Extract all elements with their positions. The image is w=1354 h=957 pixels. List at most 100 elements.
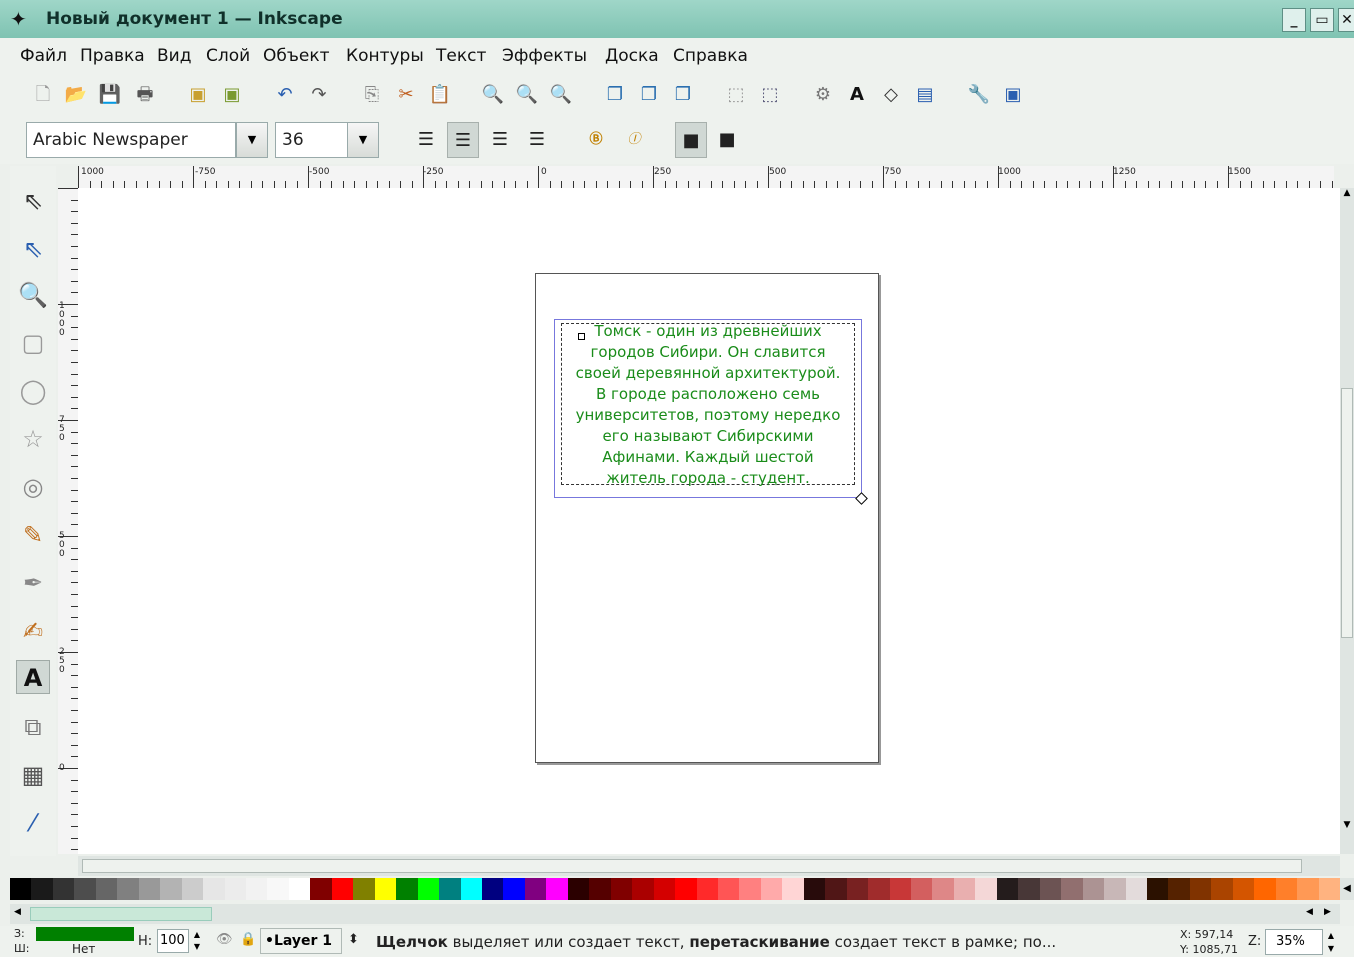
- palette-scrollbar[interactable]: ◀ ◀ ▶: [10, 904, 1340, 924]
- duplicate-icon[interactable]: ❐: [602, 82, 628, 108]
- preferences-icon[interactable]: 🔧: [966, 82, 992, 108]
- color-swatch[interactable]: [31, 878, 53, 900]
- color-swatch[interactable]: [610, 878, 633, 900]
- open-icon[interactable]: 📂: [63, 82, 89, 108]
- zoom-page-icon[interactable]: 🔍: [548, 82, 574, 108]
- zoom-spinner[interactable]: ▲ ▼: [1324, 929, 1338, 955]
- dropper-tool-icon[interactable]: ⁄: [16, 806, 50, 840]
- scroll-up-icon[interactable]: ▲: [1341, 188, 1353, 202]
- save-icon[interactable]: 💾: [97, 82, 123, 108]
- star-tool-icon[interactable]: ☆: [16, 422, 50, 456]
- text-tool-icon[interactable]: A: [16, 660, 50, 694]
- selector-tool-icon[interactable]: ⇖: [16, 184, 50, 218]
- layer-lock-icon[interactable]: 🔒: [240, 932, 256, 947]
- undo-icon[interactable]: ↶: [272, 82, 298, 108]
- node-tool-icon[interactable]: ⇖: [16, 232, 50, 266]
- color-swatch[interactable]: [567, 878, 590, 900]
- color-swatch[interactable]: [503, 878, 525, 900]
- copy-icon[interactable]: ⎘: [359, 82, 385, 108]
- maximize-button[interactable]: ▭: [1310, 8, 1334, 32]
- zoom-drawing-icon[interactable]: 🔍: [514, 82, 540, 108]
- horizontal-scroll-thumb[interactable]: [82, 859, 1302, 873]
- pen-tool-icon[interactable]: ✒: [16, 566, 50, 600]
- rectangle-tool-icon[interactable]: ▢: [16, 326, 50, 360]
- export-icon[interactable]: ▣: [219, 82, 245, 108]
- color-swatch[interactable]: [267, 878, 289, 900]
- text-start-handle[interactable]: [578, 333, 585, 340]
- zoom-tool-icon[interactable]: 🔍: [16, 278, 50, 312]
- palette-scroll-left-icon[interactable]: ◀: [14, 907, 21, 917]
- font-family-input[interactable]: Arabic Newspaper: [26, 122, 236, 158]
- color-swatch[interactable]: [975, 878, 997, 900]
- opacity-spinner[interactable]: ▲ ▼: [190, 929, 204, 953]
- color-swatch[interactable]: [1211, 878, 1233, 900]
- palette-scroll-left-end-icon[interactable]: ◀: [1306, 907, 1313, 917]
- color-swatch[interactable]: [589, 878, 611, 900]
- align-center-button[interactable]: ☰: [447, 122, 479, 158]
- new-document-icon[interactable]: 🗋: [30, 82, 56, 108]
- redo-icon[interactable]: ↷: [306, 82, 332, 108]
- justify-button[interactable]: ☰: [521, 122, 553, 158]
- horizontal-scrollbar[interactable]: [78, 856, 1340, 876]
- text-font-icon[interactable]: A: [844, 82, 870, 108]
- color-swatch[interactable]: [460, 878, 482, 900]
- menu-whiteboard[interactable]: Доска: [605, 46, 659, 66]
- unlink-clone-icon[interactable]: ❐: [670, 82, 696, 108]
- color-swatch[interactable]: [675, 878, 697, 900]
- color-swatch[interactable]: [846, 878, 869, 900]
- color-swatch[interactable]: [1168, 878, 1190, 900]
- color-swatch[interactable]: [288, 878, 311, 900]
- color-swatch[interactable]: [911, 878, 933, 900]
- palette-scroll-right-icon[interactable]: ▶: [1324, 907, 1331, 917]
- color-swatch[interactable]: [1104, 878, 1126, 900]
- xml-editor-icon[interactable]: ◇: [878, 82, 904, 108]
- color-swatch[interactable]: [74, 878, 96, 900]
- color-swatch[interactable]: [10, 878, 32, 900]
- color-swatch[interactable]: [481, 878, 504, 900]
- cut-icon[interactable]: ✂: [393, 82, 419, 108]
- menu-layer[interactable]: Слой: [206, 46, 250, 66]
- color-swatch[interactable]: [1232, 878, 1255, 900]
- color-swatch[interactable]: [717, 878, 740, 900]
- fill-indicator[interactable]: [36, 927, 134, 941]
- layer-selector[interactable]: •Layer 1: [260, 928, 342, 954]
- layer-visibility-icon[interactable]: 👁: [216, 932, 233, 947]
- print-icon[interactable]: 🖶: [132, 82, 158, 108]
- color-swatch[interactable]: [696, 878, 718, 900]
- close-button[interactable]: ✕: [1338, 8, 1354, 32]
- import-icon[interactable]: ▣: [185, 82, 211, 108]
- color-swatch[interactable]: [825, 878, 847, 900]
- color-swatch[interactable]: [653, 878, 676, 900]
- ellipse-tool-icon[interactable]: ◯: [16, 374, 50, 408]
- paste-icon[interactable]: 📋: [427, 82, 453, 108]
- color-swatch[interactable]: [203, 878, 225, 900]
- color-swatch[interactable]: [739, 878, 761, 900]
- color-swatch[interactable]: [310, 878, 332, 900]
- fill-stroke-icon[interactable]: ⚙: [810, 82, 836, 108]
- color-swatch[interactable]: [95, 878, 118, 900]
- color-swatch[interactable]: [546, 878, 568, 900]
- color-swatch[interactable]: [52, 878, 75, 900]
- color-swatch[interactable]: [782, 878, 804, 900]
- pencil-tool-icon[interactable]: ✎: [16, 518, 50, 552]
- bold-button[interactable]: Ⓑ: [580, 122, 612, 158]
- color-swatch[interactable]: [1275, 878, 1298, 900]
- color-swatch[interactable]: [1018, 878, 1040, 900]
- menu-view[interactable]: Вид: [157, 46, 191, 66]
- color-swatch[interactable]: [181, 878, 204, 900]
- italic-button[interactable]: Ⓘ: [618, 122, 650, 158]
- color-swatch[interactable]: [760, 878, 783, 900]
- menu-file[interactable]: Файл: [20, 46, 67, 66]
- color-swatch[interactable]: [353, 878, 375, 900]
- color-swatch[interactable]: [1297, 878, 1319, 900]
- color-swatch[interactable]: [331, 878, 354, 900]
- color-swatch[interactable]: [868, 878, 890, 900]
- align-right-button[interactable]: ☰: [484, 122, 516, 158]
- layer-dropdown-icon[interactable]: ⬍: [348, 932, 359, 947]
- color-swatch[interactable]: [160, 878, 182, 900]
- align-left-button[interactable]: ☰: [410, 122, 442, 158]
- color-swatch[interactable]: [1254, 878, 1276, 900]
- vertical-scrollbar[interactable]: ▲ ▼: [1340, 188, 1354, 854]
- menu-edit[interactable]: Правка: [80, 46, 145, 66]
- zoom-input[interactable]: 35%: [1265, 929, 1323, 955]
